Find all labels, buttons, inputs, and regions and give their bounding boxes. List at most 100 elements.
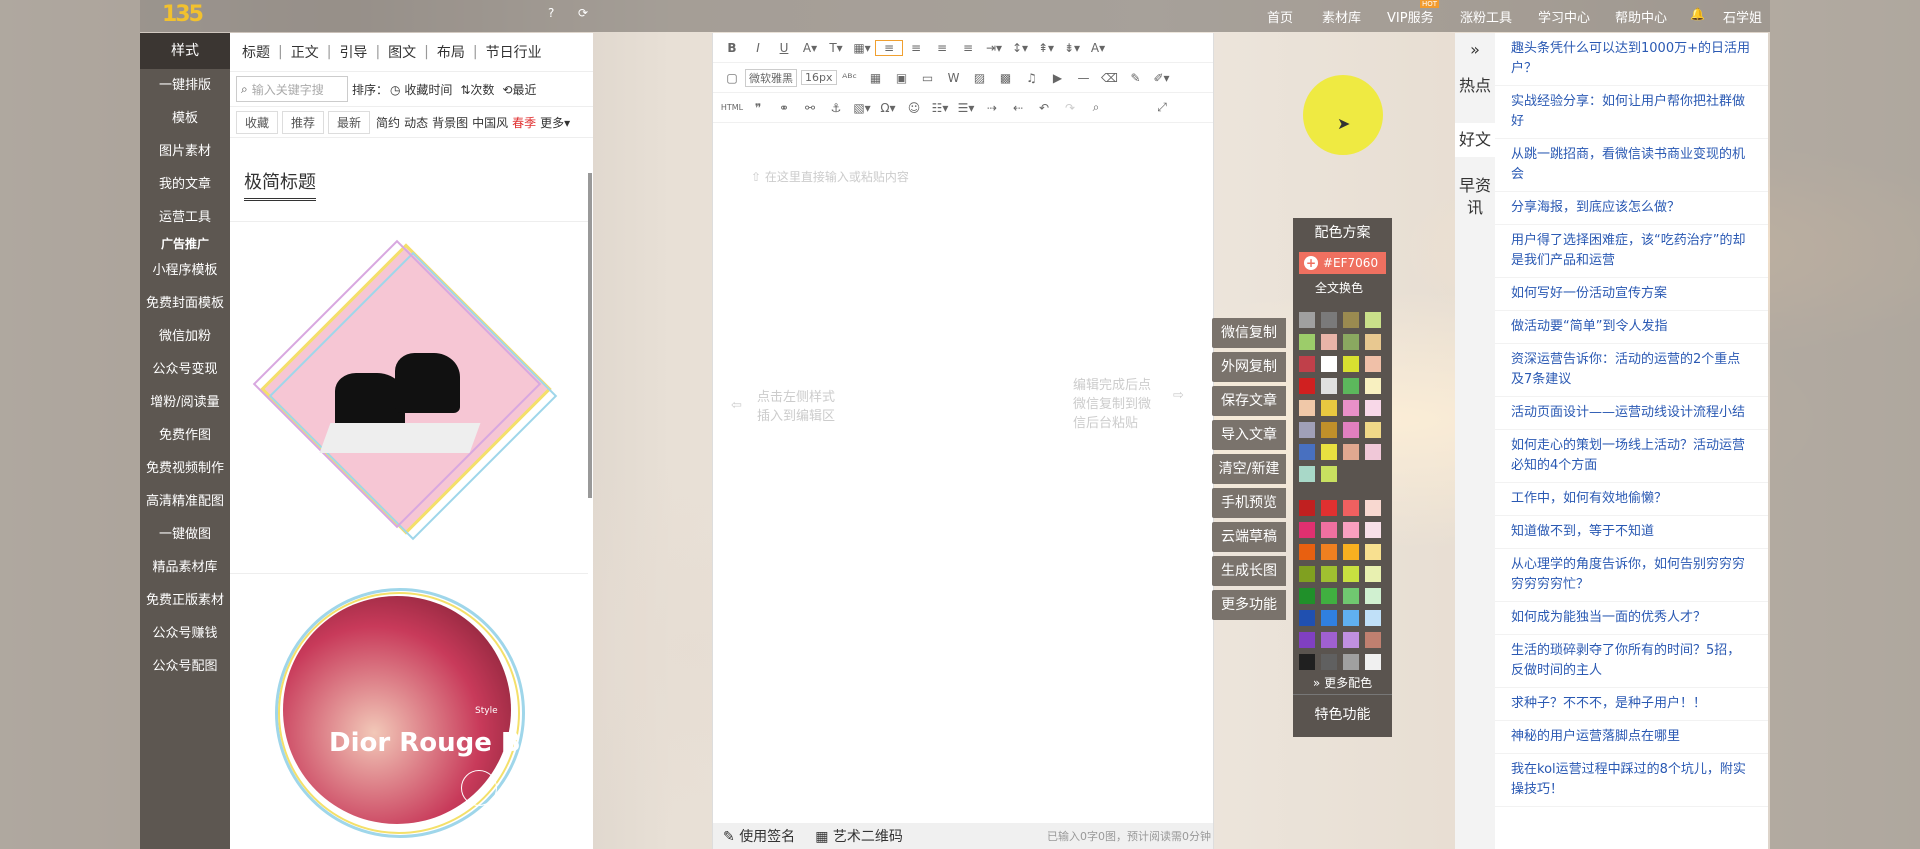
logo[interactable]: 135 bbox=[162, 2, 206, 30]
bell-icon[interactable]: 🔔 bbox=[1690, 7, 1705, 21]
add-color-icon[interactable]: + bbox=[1304, 256, 1318, 270]
redo-icon[interactable]: ↷ bbox=[1057, 101, 1083, 115]
color-swatch[interactable] bbox=[1299, 334, 1315, 350]
wechat-copy-button[interactable]: 微信复制 bbox=[1212, 318, 1286, 348]
line-height-icon[interactable]: ↕▾ bbox=[1007, 41, 1033, 55]
align-left-icon[interactable]: ≡ bbox=[875, 39, 903, 56]
article-link[interactable]: 如何写好一份活动宣传方案 bbox=[1495, 278, 1768, 311]
tab-title[interactable]: 标题 bbox=[242, 42, 270, 62]
scrollbar[interactable] bbox=[588, 173, 592, 498]
color-swatch[interactable] bbox=[1299, 610, 1315, 626]
color-swatch[interactable] bbox=[1321, 522, 1337, 538]
bullet-list-icon[interactable]: ☰▾ bbox=[953, 101, 979, 115]
italic-icon[interactable]: I bbox=[745, 41, 771, 55]
color-swatch[interactable] bbox=[1343, 632, 1359, 648]
article-link[interactable]: 从跳一跳招商，看微信读书商业变现的机会 bbox=[1495, 139, 1768, 192]
spacing-after-icon[interactable]: ⇟▾ bbox=[1059, 41, 1085, 55]
ordered-list-icon[interactable]: ☷▾ bbox=[927, 101, 953, 115]
tab-guide[interactable]: 引导 bbox=[339, 42, 367, 62]
search-input[interactable]: ⌕ 输入关键字搜 bbox=[236, 76, 348, 102]
color-swatch[interactable] bbox=[1365, 588, 1381, 604]
color-swatch[interactable] bbox=[1321, 544, 1337, 560]
color-swatch[interactable] bbox=[1365, 566, 1381, 582]
menu-item[interactable]: 我的文章 bbox=[140, 168, 230, 201]
color-swatch[interactable] bbox=[1321, 334, 1337, 350]
anchor-icon[interactable]: ⚓ bbox=[823, 101, 849, 115]
color-swatch[interactable] bbox=[1299, 654, 1315, 670]
spellcheck-icon[interactable]: ᴬᴮᶜ bbox=[837, 71, 863, 85]
nav-help[interactable]: 帮助中心 bbox=[1615, 0, 1667, 32]
tag-chinese[interactable]: 中国风 bbox=[472, 114, 508, 131]
align-justify-icon[interactable]: ≡ bbox=[955, 41, 981, 55]
color-swatch[interactable] bbox=[1321, 466, 1337, 482]
color-swatch[interactable] bbox=[1343, 654, 1359, 670]
table-icon[interactable]: ▦ bbox=[863, 71, 889, 85]
nav-home[interactable]: 首页 bbox=[1267, 0, 1293, 32]
article-link[interactable]: 生活的琐碎剥夺了你所有的时间？5招，反做时间的主人 bbox=[1495, 635, 1768, 688]
color-swatch[interactable] bbox=[1321, 500, 1337, 516]
menu-item[interactable]: 免费视频制作 bbox=[140, 452, 230, 485]
color-swatch[interactable] bbox=[1299, 312, 1315, 328]
sort-recent[interactable]: ⟲最近 bbox=[502, 81, 536, 98]
menu-item[interactable]: 免费封面模板 bbox=[140, 287, 230, 320]
article-link[interactable]: 用户得了选择困难症，该“吃药治疗”的却是我们产品和运营 bbox=[1495, 225, 1768, 278]
color-swatch[interactable] bbox=[1365, 334, 1381, 350]
menu-item[interactable]: 公众号配图 bbox=[140, 650, 230, 683]
menu-item[interactable]: 免费作图 bbox=[140, 419, 230, 452]
color-swatch[interactable] bbox=[1321, 422, 1337, 438]
tab-good[interactable]: 好文 bbox=[1455, 123, 1495, 157]
color-swatch[interactable] bbox=[1365, 632, 1381, 648]
menu-item[interactable]: 图片素材 bbox=[140, 135, 230, 168]
video-icon[interactable]: ▶ bbox=[1045, 71, 1071, 85]
color-swatch[interactable] bbox=[1365, 500, 1381, 516]
color-swatch[interactable] bbox=[1343, 610, 1359, 626]
color-swatch[interactable] bbox=[1365, 444, 1381, 460]
ltr-icon[interactable]: ⇢ bbox=[979, 101, 1005, 115]
color-swatch[interactable] bbox=[1365, 522, 1381, 538]
article-link[interactable]: 实战经验分享：如何让用户帮你把社群做好 bbox=[1495, 86, 1768, 139]
quote-icon[interactable]: ❞ bbox=[745, 101, 771, 115]
menu-item[interactable]: 高清精准配图 bbox=[140, 485, 230, 518]
tab-imagetext[interactable]: 图文 bbox=[388, 42, 416, 62]
color-swatch[interactable] bbox=[1321, 632, 1337, 648]
eraser-icon[interactable]: ⌫ bbox=[1097, 71, 1123, 85]
color-swatch[interactable] bbox=[1365, 544, 1381, 560]
picture-icon[interactable]: ▨ bbox=[967, 71, 993, 85]
clear-new-button[interactable]: 清空/新建 bbox=[1212, 454, 1286, 484]
color-swatch[interactable] bbox=[1321, 356, 1337, 372]
color-swatch[interactable] bbox=[1321, 654, 1337, 670]
article-link[interactable]: 如何成为能独当一面的优秀人才？ bbox=[1495, 602, 1768, 635]
color-swatch[interactable] bbox=[1321, 400, 1337, 416]
color-swatch[interactable] bbox=[1299, 544, 1315, 560]
nav-learning[interactable]: 学习中心 bbox=[1538, 0, 1590, 32]
nav-material[interactable]: 素材库 bbox=[1322, 0, 1361, 32]
color-swatch[interactable] bbox=[1299, 500, 1315, 516]
align-right-icon[interactable]: ≡ bbox=[929, 41, 955, 55]
current-color[interactable]: + #EF7060 bbox=[1299, 252, 1386, 274]
more-colors-button[interactable]: » 更多配色 bbox=[1293, 674, 1392, 691]
mobile-preview-button[interactable]: 手机预览 bbox=[1212, 488, 1286, 518]
tag-spring[interactable]: 春季 bbox=[512, 114, 536, 131]
case-icon[interactable]: A▾ bbox=[1085, 41, 1111, 55]
art-qr-button[interactable]: ▦ 艺术二维码 bbox=[815, 826, 903, 846]
underline-icon[interactable]: U bbox=[771, 41, 797, 55]
editor-placeholder[interactable]: ⇧ 在这里直接输入或粘贴内容 bbox=[751, 168, 909, 185]
menu-item[interactable]: 免费正版素材 bbox=[140, 584, 230, 617]
help-icon[interactable]: ? bbox=[548, 6, 554, 20]
menu-item[interactable]: 小程序模板 bbox=[140, 254, 230, 287]
article-link[interactable]: 分享海报，到底应该怎么做？ bbox=[1495, 192, 1768, 225]
article-link[interactable]: 工作中，如何有效地偷懒？ bbox=[1495, 483, 1768, 516]
filter-fav[interactable]: 收藏 bbox=[236, 110, 279, 134]
rtl-icon[interactable]: ⇠ bbox=[1005, 101, 1031, 115]
menu-item[interactable]: 精品素材库 bbox=[140, 551, 230, 584]
color-swatch[interactable] bbox=[1343, 544, 1359, 560]
pen-icon[interactable]: ✐▾ bbox=[1149, 71, 1175, 85]
collapse-icon[interactable]: » bbox=[1455, 39, 1495, 61]
font-family-select[interactable]: 微软雅黑 bbox=[745, 68, 797, 87]
color-swatch[interactable] bbox=[1299, 466, 1315, 482]
indent-icon[interactable]: ⇥▾ bbox=[981, 41, 1007, 55]
article-link[interactable]: 做活动要“简单”到令人发指 bbox=[1495, 311, 1768, 344]
hr-icon[interactable]: — bbox=[1071, 71, 1097, 85]
new-doc-icon[interactable]: ▢ bbox=[719, 71, 745, 85]
color-swatch[interactable] bbox=[1299, 566, 1315, 582]
